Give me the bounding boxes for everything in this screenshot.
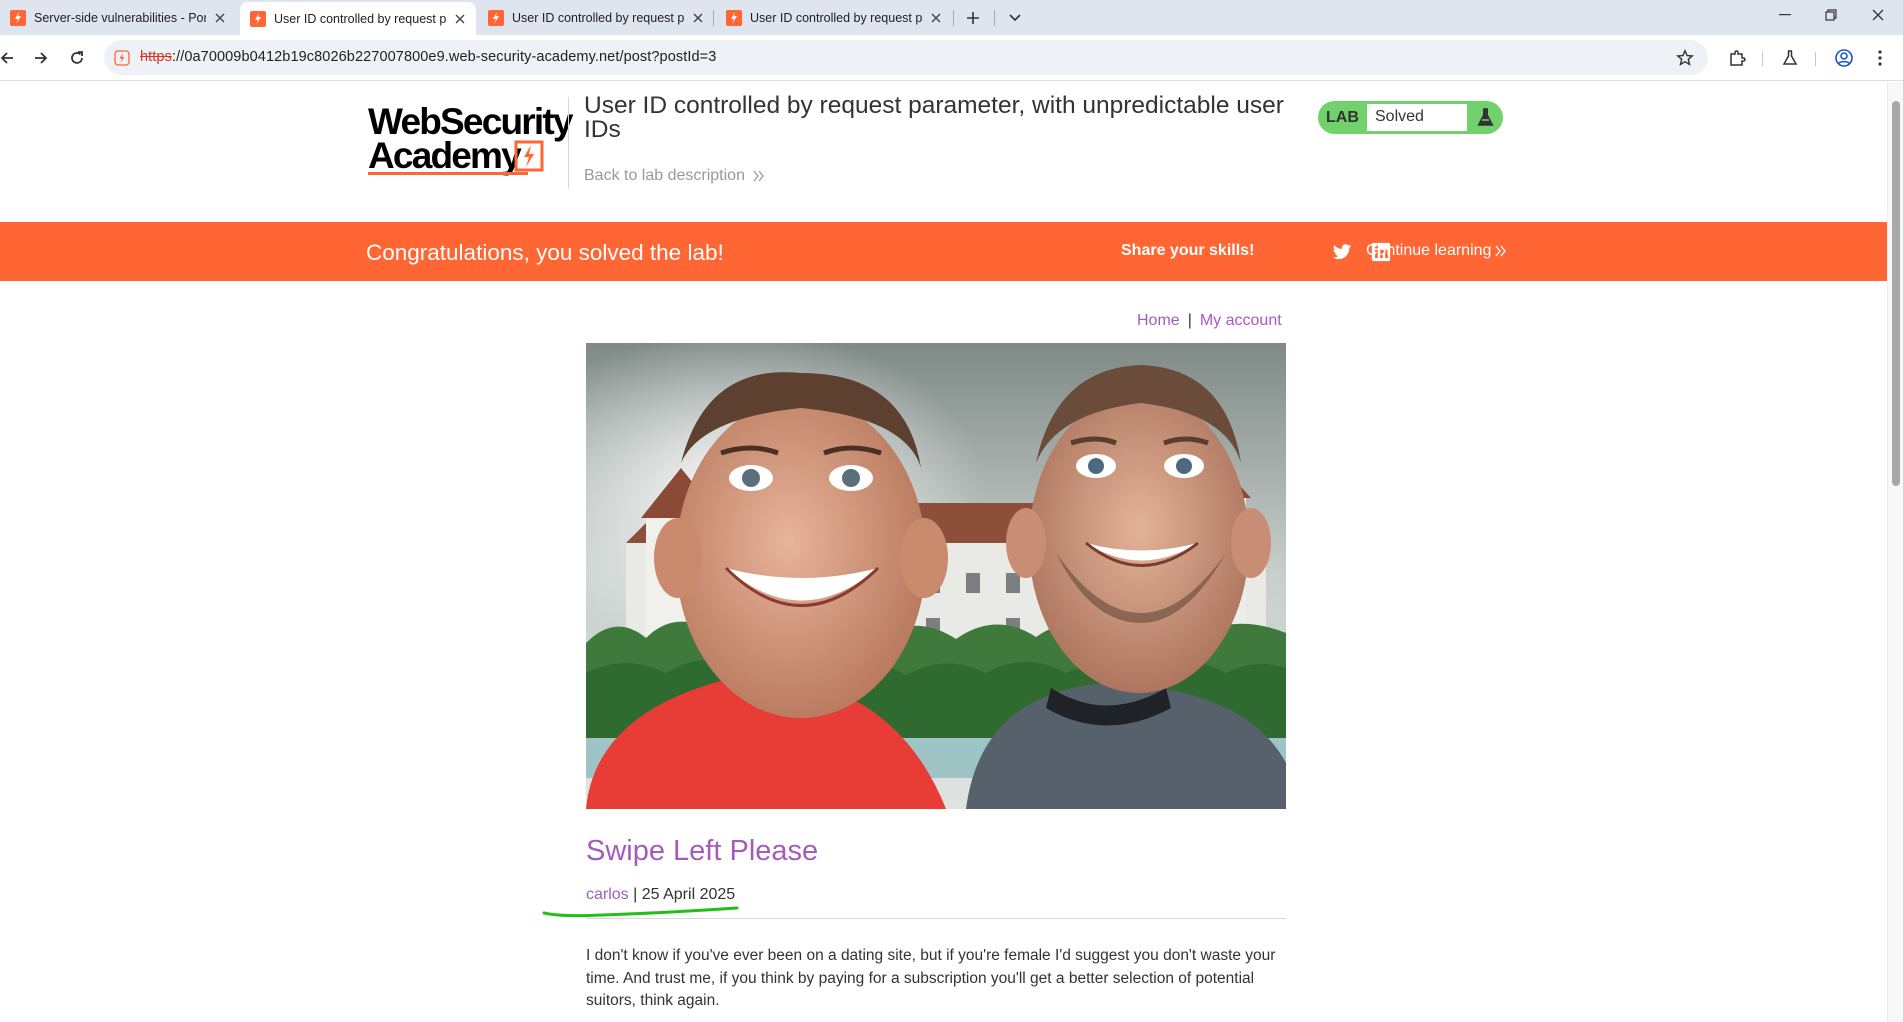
post-body-paragraph: I don't know if you've ever been on a da…	[586, 947, 1276, 1009]
bookmark-star-icon[interactable]	[1674, 47, 1696, 69]
tab-separator	[713, 10, 714, 26]
twitter-icon[interactable]	[1331, 241, 1353, 263]
reload-icon[interactable]	[62, 43, 92, 73]
tab-title: User ID controlled by request p	[274, 11, 446, 26]
page-scrollbar[interactable]	[1887, 82, 1903, 1022]
url-rest: ://0a70009b0412b19c8026b227007800e9.web-…	[171, 49, 717, 65]
post-title: Swipe Left Please	[586, 835, 819, 867]
share-skills-label: Share your skills!	[1121, 242, 1255, 259]
lab-status-tag: LAB	[1326, 109, 1359, 126]
page-viewport: WebSecurity Academy User ID controlled b…	[0, 82, 1887, 1022]
browser-tab-strip: Server-side vulnerabilities - Por User I…	[0, 0, 1903, 35]
address-bar[interactable]: https://0a70009b0412b19c8026b227007800e9…	[104, 40, 1708, 75]
browser-toolbar: https://0a70009b0412b19c8026b227007800e9…	[0, 35, 1903, 81]
solved-flask-icon	[1477, 108, 1494, 126]
back-to-lab-description-link[interactable]: Back to lab description	[584, 167, 765, 185]
url-scheme: https	[140, 49, 172, 65]
tab-title: User ID controlled by request p	[512, 11, 684, 25]
continue-learning-link[interactable]: Continue learning	[1366, 242, 1507, 260]
portswigger-favicon-icon	[250, 10, 266, 27]
home-link[interactable]: Home	[1137, 312, 1180, 329]
tab-close-icon[interactable]	[690, 10, 706, 26]
post-divider	[586, 918, 1286, 919]
browser-tab[interactable]: Server-side vulnerabilities - Por	[0, 3, 236, 33]
lab-title: User ID controlled by request parameter,…	[584, 92, 1284, 143]
url-text[interactable]: https://0a70009b0412b19c8026b227007800e9…	[140, 49, 716, 65]
annotation-green-underline	[542, 906, 739, 918]
menu-kebab-icon[interactable]	[1865, 43, 1895, 73]
scrollbar-thumb[interactable]	[1892, 101, 1900, 486]
tab-title: Server-side vulnerabilities - Por	[34, 11, 206, 25]
browser-tab-active[interactable]: User ID controlled by request p	[240, 2, 476, 35]
portswigger-favicon-icon	[726, 10, 742, 26]
close-window-icon[interactable]	[1855, 0, 1901, 30]
tab-close-icon[interactable]	[212, 10, 228, 26]
browser-tab[interactable]: User ID controlled by request p	[478, 3, 714, 33]
extensions-icon[interactable]	[1722, 43, 1752, 73]
congratulations-message: Congratulations, you solved the lab!	[366, 240, 724, 265]
labs-flask-icon[interactable]	[1775, 43, 1805, 73]
back-link-label: Back to lab description	[584, 167, 745, 184]
logo-text-line2: Academy	[368, 135, 522, 176]
toolbar-separator	[1815, 52, 1816, 66]
logo-underline	[368, 172, 528, 175]
forward-icon[interactable]	[26, 43, 56, 73]
site-nav: Home | My account	[1137, 312, 1282, 330]
double-chevron-right-icon	[753, 170, 764, 182]
tab-close-icon[interactable]	[452, 11, 468, 27]
tab-close-icon[interactable]	[928, 10, 944, 26]
minimize-icon[interactable]	[1762, 0, 1808, 30]
my-account-link[interactable]: My account	[1200, 312, 1282, 329]
profile-icon[interactable]	[1829, 43, 1859, 73]
restore-window-icon[interactable]	[1808, 0, 1854, 30]
toolbar-separator	[1762, 52, 1763, 66]
header-divider	[568, 97, 569, 189]
logo-bolt-icon	[514, 140, 544, 172]
tab-search-chevron-down-icon[interactable]	[1002, 5, 1028, 31]
portswigger-favicon-icon	[10, 10, 26, 26]
tab-separator	[994, 10, 995, 26]
solved-banner: Congratulations, you solved the lab! Sha…	[0, 222, 1887, 281]
double-chevron-right-icon	[1495, 245, 1507, 257]
portswigger-favicon-icon	[488, 10, 504, 26]
tab-title: User ID controlled by request p	[750, 11, 922, 25]
lab-status-badge: LAB Solved	[1318, 101, 1503, 134]
web-security-academy-logo[interactable]: WebSecurity Academy	[368, 102, 573, 176]
browser-tab[interactable]: User ID controlled by request p	[716, 3, 952, 33]
nav-separator: |	[1187, 312, 1192, 329]
continue-learning-label: Continue learning	[1366, 242, 1492, 259]
lab-status-value: Solved	[1367, 104, 1467, 131]
post-hero-image	[586, 343, 1286, 809]
new-tab-plus-icon[interactable]	[960, 5, 986, 31]
site-info-icon[interactable]	[112, 48, 132, 68]
back-icon[interactable]	[0, 43, 22, 73]
tab-separator	[953, 10, 954, 26]
